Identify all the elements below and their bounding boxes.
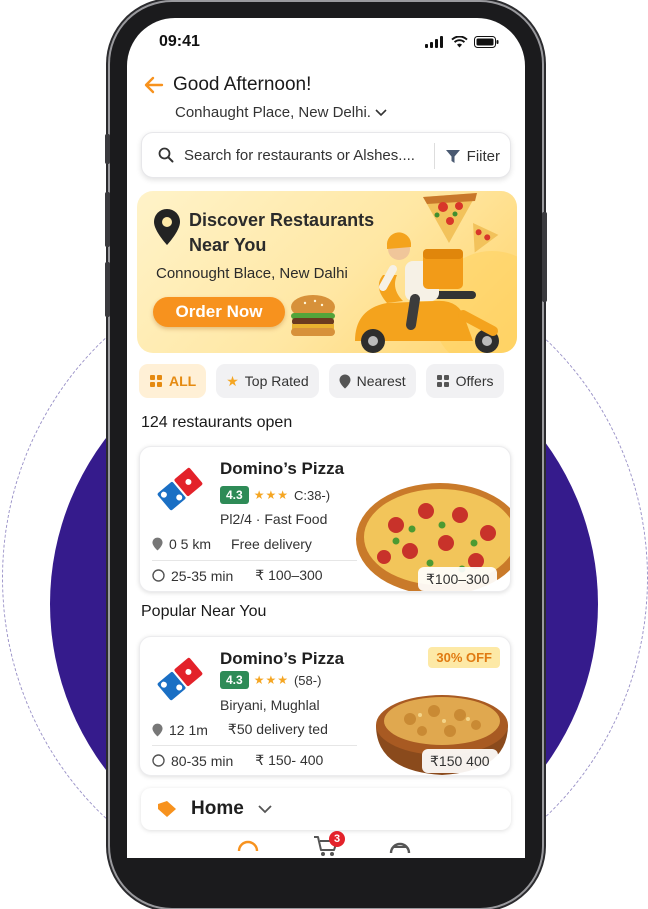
promo-banner[interactable]: Discover Restaurants Near You Connought … xyxy=(137,191,517,353)
dominos-logo xyxy=(155,465,205,513)
card-divider xyxy=(152,745,357,746)
rating-row: 4.3 ★★★ C:38-) xyxy=(220,486,330,504)
chevron-down-icon xyxy=(258,804,272,813)
location-pin-icon xyxy=(339,374,351,388)
dominos-logo xyxy=(155,655,205,703)
wifi-icon xyxy=(451,36,468,48)
chip-nearest[interactable]: Nearest xyxy=(328,364,416,398)
card-divider xyxy=(152,560,357,561)
location-pin-icon xyxy=(152,537,163,551)
filter-chips: ALL ★ Top Rated Nearest Offers xyxy=(139,364,504,398)
time-price-row: 25-35 min ₹ 100–300 xyxy=(152,567,323,584)
chevron-down-icon xyxy=(375,108,387,116)
status-icons xyxy=(425,36,499,48)
grid-icon xyxy=(436,375,449,387)
restaurant-card[interactable]: Domino’s Pizza 4.3 ★★★ C:38-) Pl2/4 · Fa… xyxy=(139,446,511,592)
price-overlay: ₹100–300 xyxy=(418,567,498,591)
home-address-selector[interactable]: Home xyxy=(141,788,511,830)
chip-top-rated[interactable]: ★ Top Rated xyxy=(216,364,319,398)
signal-icon xyxy=(425,36,443,48)
location-label: Conhaught Place, New Delhi. xyxy=(175,104,371,121)
delivery-text: Free delivery xyxy=(231,536,312,552)
volume-up-button xyxy=(105,192,110,247)
chip-nearest-label: Nearest xyxy=(356,373,406,389)
clock-icon xyxy=(152,754,165,767)
search-bar[interactable]: Search for restaurants or Alshes.... Fii… xyxy=(141,132,511,178)
location-pin-icon xyxy=(152,723,163,736)
location-selector[interactable]: Conhaught Place, New Delhi. xyxy=(175,104,387,121)
price-overlay: ₹150 400 xyxy=(422,749,498,773)
bottom-nav: 3 xyxy=(127,831,525,858)
home-label: Home xyxy=(191,798,244,819)
status-time: 09:41 xyxy=(159,33,200,50)
order-now-button[interactable]: Order Now xyxy=(153,297,285,327)
restaurant-name: Domino’s Pizza xyxy=(220,459,345,478)
search-input[interactable]: Search for restaurants or Alshes.... xyxy=(184,147,430,164)
volume-down-button xyxy=(105,262,110,317)
distance-row: 12 1m ₹50 delivery ted xyxy=(152,721,328,738)
star-icons: ★★★ xyxy=(253,488,289,502)
clock-icon xyxy=(152,569,165,582)
time-price-row: 80-35 min ₹ 150- 400 xyxy=(152,752,323,769)
location-pin-icon xyxy=(154,209,180,245)
star-icon: ★ xyxy=(226,372,239,389)
open-count-text: 124 restaurants open xyxy=(141,414,293,431)
review-count: C:38-) xyxy=(293,487,331,503)
delivery-time: 80-35 min xyxy=(171,752,234,769)
back-arrow-icon[interactable] xyxy=(143,74,165,96)
price-range: ₹ 150- 400 xyxy=(255,752,324,768)
restaurant-name: Domino’s Pizza xyxy=(220,649,345,668)
search-nav-icon[interactable] xyxy=(237,837,259,858)
filter-label: Fiiter xyxy=(466,147,500,165)
delivery-text: ₹50 delivery ted xyxy=(227,721,328,737)
review-count: (58-) xyxy=(293,672,322,688)
battery-icon xyxy=(474,36,499,48)
chip-all[interactable]: ALL xyxy=(139,364,207,398)
filter-button[interactable]: Fiiter xyxy=(433,143,500,169)
chip-offers-label: Offers xyxy=(455,373,494,389)
cuisine-text: Pl2/4 · Fast Food xyxy=(220,511,328,527)
restaurant-card[interactable]: 30% OFF Domino’s Pizza 4.3 ★★★ (58-) Bir… xyxy=(139,636,511,776)
popular-section-title: Popular Near You xyxy=(141,603,267,620)
chip-all-label: ALL xyxy=(169,373,197,389)
chip-top-rated-label: Top Rated xyxy=(244,373,309,389)
rating-badge: 4.3 xyxy=(220,671,249,689)
cart-nav-button[interactable]: 3 xyxy=(313,831,345,858)
rating-badge: 4.3 xyxy=(220,486,249,504)
filter-icon xyxy=(445,149,460,163)
star-icons: ★★★ xyxy=(253,673,289,687)
delivery-scooter-illustration xyxy=(291,193,517,353)
all-grid-icon xyxy=(150,375,162,387)
distance-text: 0 5 km xyxy=(169,536,212,552)
cart-badge: 3 xyxy=(329,831,345,847)
mute-switch xyxy=(105,134,110,164)
greeting-title: Good Afternoon! xyxy=(173,74,312,95)
profile-nav-icon[interactable] xyxy=(389,837,411,858)
tag-icon xyxy=(158,801,176,817)
search-icon xyxy=(158,147,174,163)
distance-text: 12 1m xyxy=(169,721,208,738)
chip-offers[interactable]: Offers xyxy=(425,364,504,398)
delivery-time: 25-35 min xyxy=(171,567,234,584)
price-range: ₹ 100–300 xyxy=(255,567,323,583)
distance-row: 0 5 km Free delivery xyxy=(152,536,312,552)
power-button xyxy=(542,212,547,302)
cuisine-text: Biryani, Mughlal xyxy=(220,697,320,713)
status-bar: 09:41 xyxy=(127,18,525,62)
app-screen: 09:41 Good Afternoon! Conhaught Place, N… xyxy=(127,18,525,858)
discount-badge: 30% OFF xyxy=(428,647,500,668)
rating-row: 4.3 ★★★ (58-) xyxy=(220,671,321,689)
